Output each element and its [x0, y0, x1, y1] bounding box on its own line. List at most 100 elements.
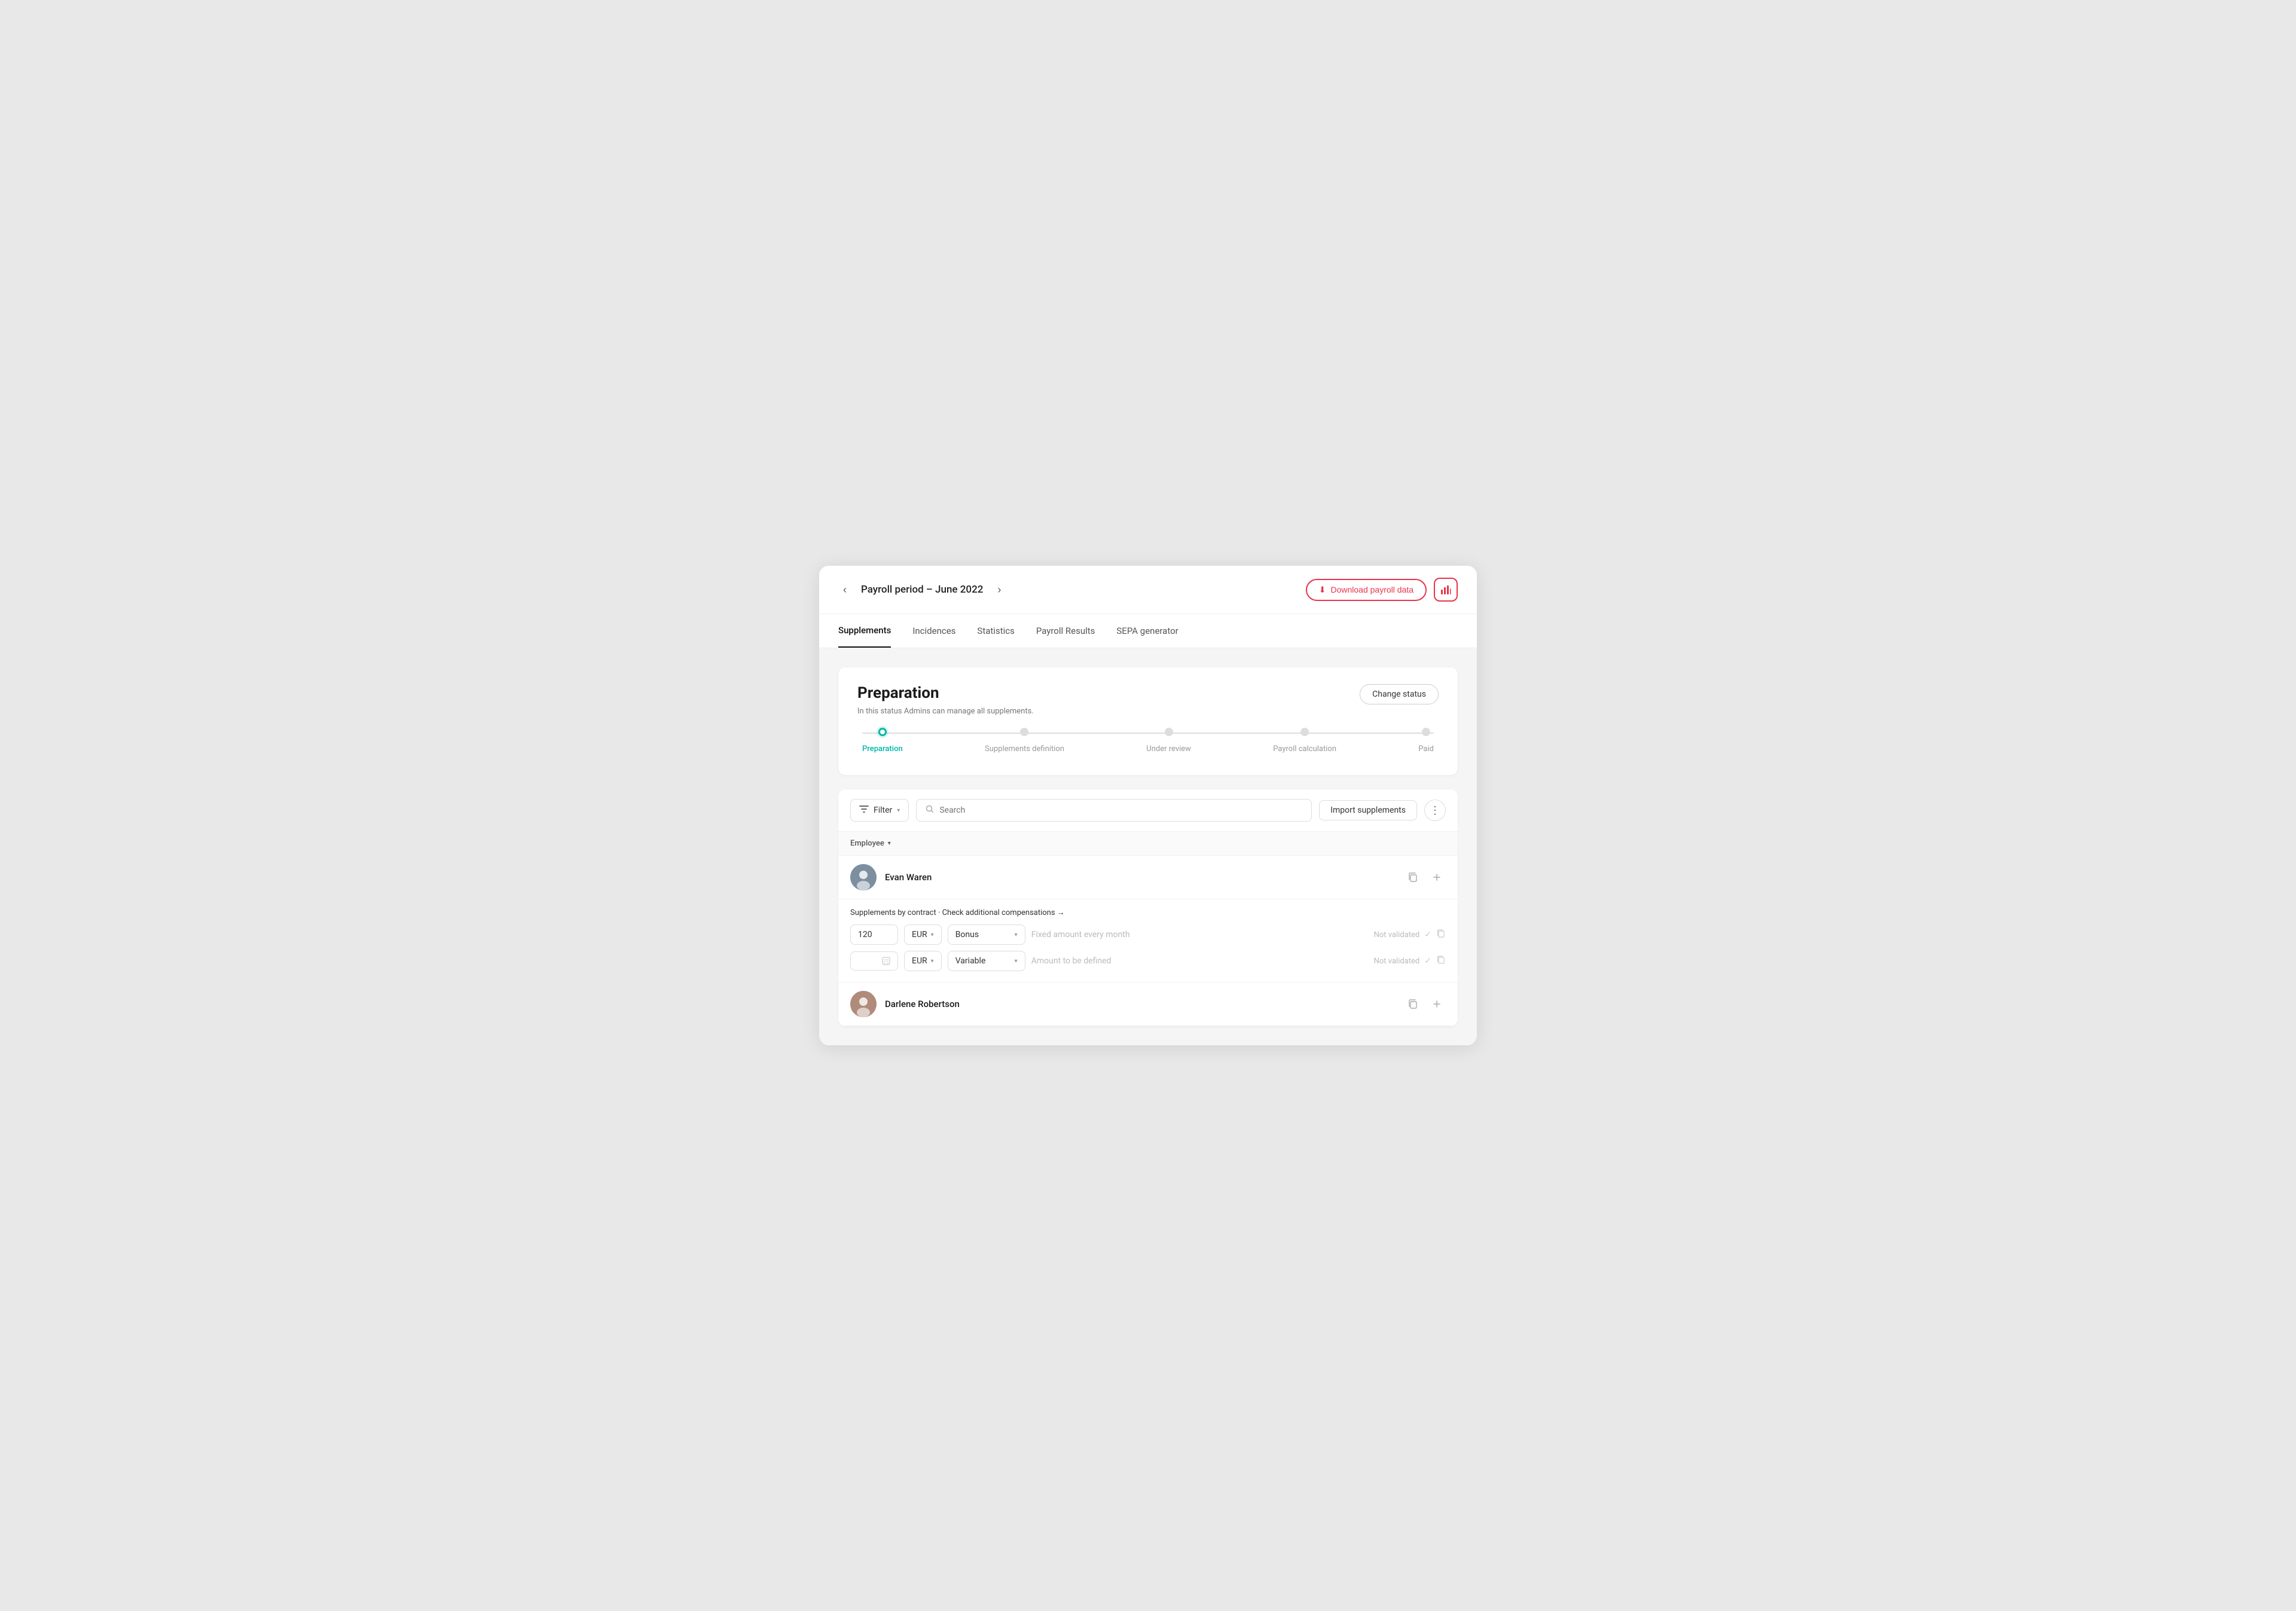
search-input[interactable]	[939, 806, 1303, 815]
check-icon-bonus[interactable]: ✓	[1424, 930, 1431, 939]
type-field-bonus[interactable]: Bonus ▾	[948, 925, 1025, 945]
step-dot-under-review	[1165, 728, 1173, 736]
employee-row-header-evan: Evan Waren	[838, 856, 1458, 899]
calculator-icon	[882, 957, 890, 965]
supplements-fields-evan: 120 EUR ▾ Bonus ▾ Fixed amount every mon…	[850, 925, 1446, 971]
search-box	[916, 799, 1312, 822]
currency-value-variable: EUR	[912, 956, 927, 966]
supplements-row-evan: Supplements by contract · Check addition…	[838, 899, 1458, 983]
prev-period-button[interactable]: ‹	[838, 581, 851, 599]
header-actions: ⬇ Download payroll data	[1306, 578, 1458, 602]
header-nav: ‹ Payroll period – June 2022 ›	[838, 581, 1006, 599]
copy-button-evan[interactable]	[1404, 868, 1422, 886]
copy-button-darlene[interactable]	[1404, 995, 1422, 1013]
supplement-row-bonus: 120 EUR ▾ Bonus ▾ Fixed amount every mon…	[850, 925, 1446, 945]
download-payroll-button[interactable]: ⬇ Download payroll data	[1306, 579, 1427, 601]
add-button-evan[interactable]	[1428, 868, 1446, 886]
copy-icon-variable[interactable]	[1436, 955, 1446, 967]
step-label-supplements-definition: Supplements definition	[985, 745, 1064, 753]
currency-value-bonus: EUR	[912, 930, 927, 939]
change-status-button[interactable]: Change status	[1360, 684, 1439, 704]
employee-row-header-darlene: Darlene Robertson	[838, 983, 1458, 1026]
more-options-button[interactable]: ⋮	[1424, 800, 1446, 821]
step-paid: Paid	[1418, 728, 1434, 753]
tab-sepa-generator[interactable]: SEPA generator	[1116, 614, 1178, 648]
next-period-button[interactable]: ›	[993, 581, 1006, 599]
payroll-period-title: Payroll period – June 2022	[861, 584, 983, 596]
tabs-container: Supplements Incidences Statistics Payrol…	[819, 614, 1477, 648]
employee-name-evan: Evan Waren	[885, 872, 1404, 883]
step-dot-supplements-definition	[1020, 728, 1028, 736]
tab-incidences[interactable]: Incidences	[912, 614, 955, 648]
status-card: Preparation Change status In this status…	[838, 667, 1458, 775]
amount-field-variable[interactable]	[850, 951, 898, 971]
supplement-row-variable: EUR ▾ Variable ▾ Amount to be defined No…	[850, 951, 1446, 971]
type-chevron-icon-var: ▾	[1015, 958, 1018, 965]
step-label-preparation: Preparation	[862, 745, 903, 753]
supplements-contract-link[interactable]: Supplements by contract · Check addition…	[850, 908, 1446, 917]
header: ‹ Payroll period – June 2022 › ⬇ Downloa…	[819, 566, 1477, 614]
type-chevron-icon: ▾	[1015, 932, 1018, 938]
step-dot-payroll-calculation	[1300, 728, 1309, 736]
table-toolbar: Filter ▾ Import supplements ⋮	[838, 789, 1458, 832]
stats-icon-button[interactable]	[1434, 578, 1458, 602]
avatar-darlene-robertson	[850, 991, 877, 1017]
employee-column-label: Employee	[850, 839, 884, 848]
type-field-variable[interactable]: Variable ▾	[948, 951, 1025, 971]
filter-chevron-icon: ▾	[897, 807, 900, 814]
status-field-variable: Not validated ✓	[1374, 955, 1446, 967]
status-label-variable: Not validated	[1374, 957, 1420, 966]
employee-name-darlene: Darlene Robertson	[885, 999, 1404, 1009]
step-preparation: Preparation	[862, 728, 903, 753]
employee-row-darlene-robertson: Darlene Robertson	[838, 983, 1458, 1026]
main-content: Preparation Change status In this status…	[819, 648, 1477, 1045]
tab-payroll-results[interactable]: Payroll Results	[1036, 614, 1095, 648]
import-supplements-button[interactable]: Import supplements	[1319, 800, 1417, 820]
step-under-review: Under review	[1146, 728, 1191, 753]
type-value-bonus: Bonus	[955, 930, 979, 939]
currency-field-variable[interactable]: EUR ▾	[904, 951, 942, 971]
type-value-variable: Variable	[955, 956, 986, 966]
currency-chevron-icon-var: ▾	[931, 958, 934, 965]
check-icon-variable[interactable]: ✓	[1424, 956, 1431, 966]
step-dot-preparation	[878, 728, 887, 736]
filter-button[interactable]: Filter ▾	[850, 799, 909, 822]
plus-icon-darlene	[1431, 999, 1442, 1009]
status-description: In this status Admins can manage all sup…	[857, 707, 1439, 716]
status-card-header: Preparation Change status	[857, 684, 1439, 704]
status-field-bonus: Not validated ✓	[1374, 929, 1446, 941]
currency-chevron-icon: ▾	[931, 932, 934, 938]
sort-chevron-icon: ▾	[888, 840, 891, 847]
desc-field-bonus: Fixed amount every month	[1031, 930, 1368, 939]
download-label: Download payroll data	[1330, 585, 1413, 594]
column-header: Employee ▾	[838, 832, 1458, 856]
step-label-under-review: Under review	[1146, 745, 1191, 753]
tab-statistics[interactable]: Statistics	[977, 614, 1014, 648]
employee-actions-darlene	[1404, 995, 1446, 1013]
step-dot-paid	[1422, 728, 1430, 736]
app-container: ‹ Payroll period – June 2022 › ⬇ Downloa…	[819, 566, 1477, 1045]
currency-field-bonus[interactable]: EUR ▾	[904, 925, 942, 945]
status-title: Preparation	[857, 684, 939, 702]
amount-value-bonus: 120	[858, 930, 872, 939]
download-icon: ⬇	[1319, 585, 1326, 595]
tab-supplements[interactable]: Supplements	[838, 614, 891, 648]
desc-field-variable: Amount to be defined	[1031, 956, 1368, 966]
avatar-evan-waren	[850, 864, 877, 890]
copy-icon	[1407, 872, 1418, 883]
progress-container: Preparation Supplements definition Under…	[862, 733, 1434, 753]
copy-icon-bonus[interactable]	[1436, 929, 1446, 941]
employee-actions-evan	[1404, 868, 1446, 886]
employee-row-evan-waren: Evan Waren	[838, 856, 1458, 983]
avatar-image-darlene	[850, 991, 877, 1017]
filter-icon	[859, 804, 869, 816]
amount-field-bonus[interactable]: 120	[850, 925, 898, 945]
supplements-link-text: Supplements by contract · Check addition…	[850, 908, 1065, 917]
copy-icon-darlene	[1407, 999, 1418, 1009]
step-label-paid: Paid	[1418, 745, 1434, 753]
plus-icon	[1431, 872, 1442, 883]
status-label-bonus: Not validated	[1374, 930, 1420, 939]
step-payroll-calculation: Payroll calculation	[1273, 728, 1336, 753]
avatar-image-evan	[850, 864, 877, 890]
add-button-darlene[interactable]	[1428, 995, 1446, 1013]
